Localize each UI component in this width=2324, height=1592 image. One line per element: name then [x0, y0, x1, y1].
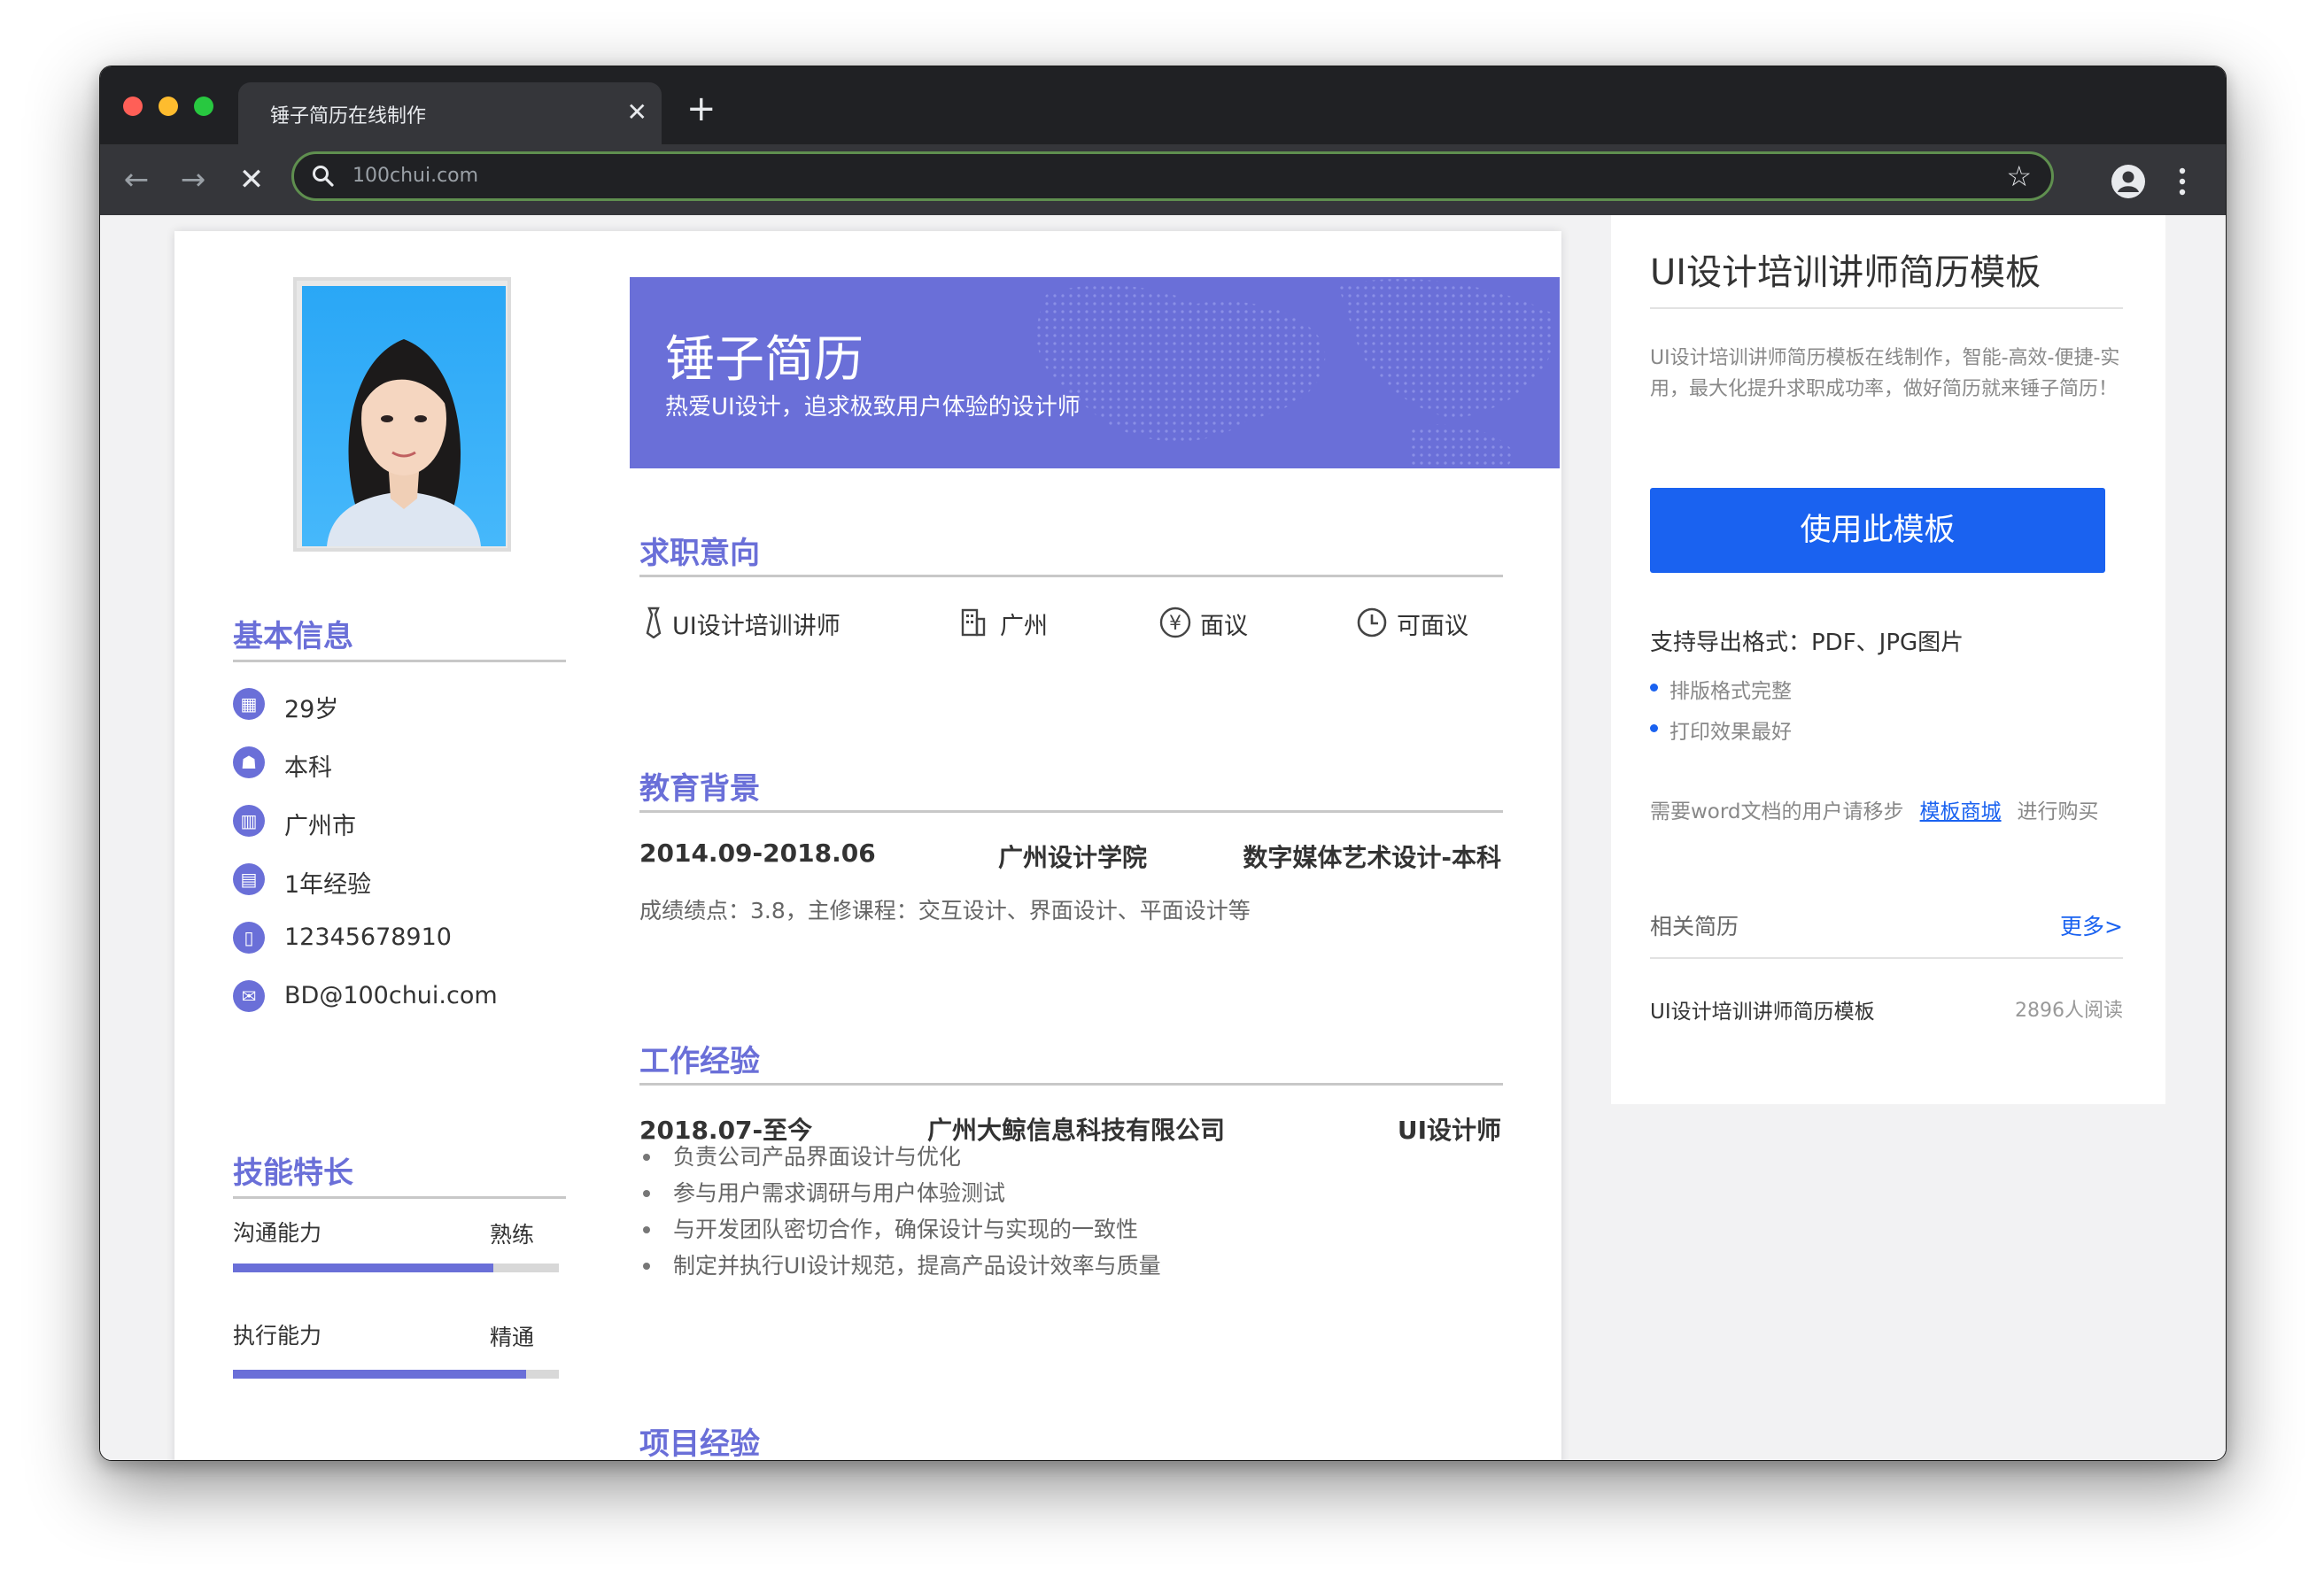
- related-resume-reads: 2896人阅读: [2015, 1000, 2123, 1022]
- search-icon: [313, 166, 334, 187]
- graduation-cap-icon: ☗: [233, 746, 265, 778]
- feature-item: 排版格式完整: [1650, 674, 1792, 704]
- related-resumes-label: 相关简历: [1650, 914, 1739, 939]
- basic-info-title: 基本信息: [233, 619, 353, 654]
- list-item: 负责公司产品界面设计与优化: [639, 1141, 1161, 1178]
- template-description: UI设计培训讲师简历模板在线制作，智能-高效-便捷-实用，最大化提升求职成功率，…: [1650, 347, 2120, 400]
- title-rule: [1650, 307, 2123, 309]
- browser-tab[interactable]: 锤子简历在线制作 ✕: [238, 82, 662, 144]
- skill-bar: [233, 1370, 559, 1379]
- browser-window: 锤子简历在线制作 ✕ + ← → ✕ 100chui.com ☆ 基本信息 ▦ …: [99, 66, 2227, 1461]
- related-resume-link[interactable]: UI设计培训讲师简历模板: [1650, 994, 1875, 1024]
- education-detail: 成绩绩点：3.8，主修课程：交互设计、界面设计、平面设计等: [639, 898, 1251, 924]
- education-title: 教育背景: [639, 771, 760, 807]
- forward-icon[interactable]: →: [171, 155, 215, 205]
- menu-icon[interactable]: [2176, 164, 2188, 199]
- svg-text:¥: ¥: [1169, 613, 1181, 635]
- building-icon: ▥: [233, 805, 265, 837]
- word-note: 需要word文档的用户请移步 模板商城 进行购买: [1650, 800, 2099, 823]
- skill-name: 沟通能力: [233, 1220, 322, 1246]
- tab-bar: 锤子简历在线制作 ✕ +: [100, 66, 2226, 144]
- work-duties: 负责公司产品界面设计与优化 参与用户需求调研与用户体验测试 与开发团队密切合作，…: [639, 1141, 1161, 1287]
- template-store-link[interactable]: 模板商城: [1920, 800, 2002, 823]
- export-formats: 支持导出格式：PDF、JPG图片: [1650, 630, 1964, 656]
- bookmark-star-icon[interactable]: ☆: [2006, 158, 2032, 195]
- url-text: 100chui.com: [352, 165, 479, 187]
- education-major: 数字媒体艺术设计-本科: [1243, 843, 1501, 872]
- skill-level: 精通: [489, 1325, 534, 1350]
- stop-loading-icon[interactable]: ✕: [229, 155, 274, 205]
- work-role: UI设计师: [1397, 1116, 1501, 1145]
- skill-bar-fill: [233, 1264, 494, 1272]
- related-rule: [1650, 957, 2123, 959]
- skill-bar-fill: [233, 1370, 527, 1379]
- skills-rule: [233, 1196, 566, 1199]
- skill-bar: [233, 1264, 559, 1272]
- list-item: 与开发团队密切合作，确保设计与实现的一致性: [639, 1214, 1161, 1250]
- back-icon[interactable]: ←: [114, 155, 159, 205]
- tab-title: 锤子简历在线制作: [270, 105, 427, 128]
- projects-title: 项目经验: [639, 1426, 760, 1460]
- clock-icon: [1357, 607, 1387, 638]
- work-title: 工作经验: [639, 1044, 760, 1079]
- account-icon[interactable]: [2111, 164, 2146, 199]
- resume-tagline: 热爱UI设计，追求极致用户体验的设计师: [665, 394, 1081, 421]
- maximize-window-button[interactable]: [194, 97, 213, 116]
- job-intent-title: 求职意向: [639, 536, 760, 571]
- minimize-window-button[interactable]: [159, 97, 178, 116]
- new-tab-icon[interactable]: +: [686, 91, 717, 127]
- calendar-icon: ▦: [233, 688, 265, 720]
- document-icon: ▤: [233, 863, 265, 895]
- profile-photo: [293, 277, 511, 552]
- phone-icon: ▯: [233, 922, 265, 954]
- education-period: 2014.09-2018.06: [639, 839, 876, 868]
- work-rule: [639, 1083, 1503, 1086]
- use-template-button[interactable]: 使用此模板: [1650, 488, 2105, 573]
- close-window-button[interactable]: [123, 97, 143, 116]
- resume-preview: 基本信息 ▦ 29岁 ☗ 本科 ▥ 广州市 ▤ 1年经验 ▯ 123456789…: [174, 231, 1561, 1460]
- resume-banner: 锤子简历 热爱UI设计，追求极致用户体验的设计师: [630, 277, 1560, 468]
- skills-title: 技能特长: [233, 1155, 353, 1191]
- list-item: 制定并执行UI设计规范，提高产品设计效率与质量: [639, 1250, 1161, 1287]
- skill-level: 熟练: [489, 1222, 534, 1248]
- feature-item: 打印效果最好: [1650, 715, 1792, 745]
- list-item: 参与用户需求调研与用户体验测试: [639, 1178, 1161, 1214]
- template-sidebar: UI设计培训讲师简历模板 UI设计培训讲师简历模板在线制作，智能-高效-便捷-实…: [1611, 215, 2165, 1104]
- more-link[interactable]: 更多>: [2060, 909, 2123, 941]
- skill-name: 执行能力: [233, 1323, 322, 1349]
- basic-info-rule: [233, 660, 566, 662]
- office-building-icon: [961, 608, 986, 637]
- template-title: UI设计培训讲师简历模板: [1650, 252, 2041, 293]
- resume-name: 锤子简历: [665, 331, 864, 389]
- mail-icon: ✉: [233, 980, 265, 1012]
- job-intent-rule: [639, 575, 1503, 577]
- tie-icon: [646, 607, 662, 638]
- address-bar[interactable]: 100chui.com ☆: [291, 151, 2054, 201]
- page-content: 基本信息 ▦ 29岁 ☗ 本科 ▥ 广州市 ▤ 1年经验 ▯ 123456789…: [100, 215, 2226, 1460]
- education-school: 广州设计学院: [998, 843, 1148, 872]
- browser-toolbar: ← → ✕ 100chui.com ☆: [100, 144, 2226, 215]
- tab-close-icon[interactable]: ✕: [627, 95, 647, 130]
- yen-icon: ¥: [1159, 607, 1191, 638]
- education-rule: [639, 810, 1503, 813]
